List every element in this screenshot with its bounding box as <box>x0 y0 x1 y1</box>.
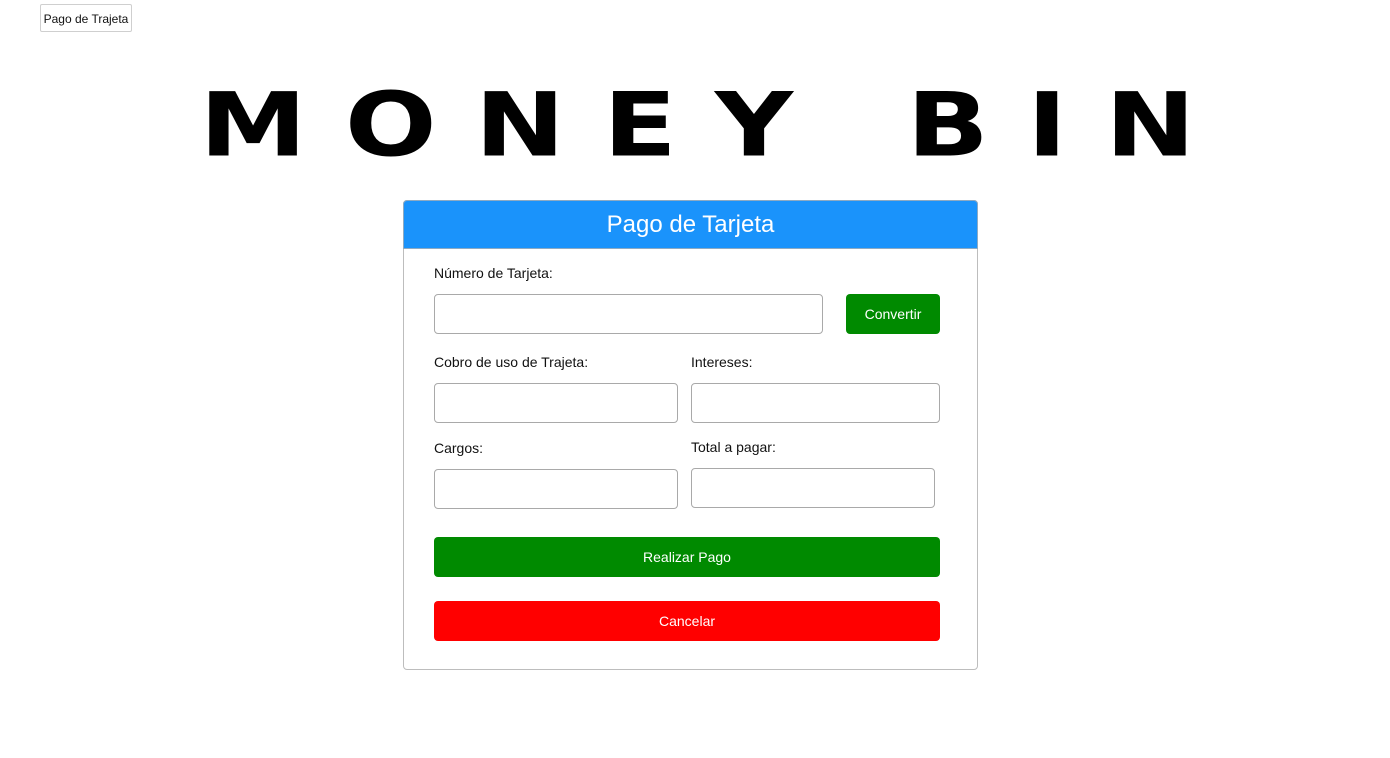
charges-label: Cargos: <box>434 440 484 456</box>
pay-button[interactable]: Realizar Pago <box>434 537 940 577</box>
logo-text: MONEY BIN <box>199 73 1234 177</box>
interest-input[interactable] <box>691 383 940 423</box>
payment-card-form: Pago de Tarjeta Número de Tarjeta: Conve… <box>403 200 978 670</box>
cancel-button[interactable]: Cancelar <box>434 601 940 641</box>
page: Pago de Trajeta MONEY BIN Pago de Tarjet… <box>0 0 1390 758</box>
card-number-input[interactable] <box>434 294 823 334</box>
charges-input[interactable] <box>434 469 678 509</box>
usage-fee-input[interactable] <box>434 383 678 423</box>
total-label: Total a pagar: <box>691 439 776 455</box>
usage-fee-label: Cobro de uso de Trajeta: <box>434 354 589 370</box>
money-bin-logo: MONEY BIN <box>190 70 1205 180</box>
total-input[interactable] <box>691 468 935 508</box>
convert-button[interactable]: Convertir <box>846 294 940 334</box>
tab-pago-de-trajeta[interactable]: Pago de Trajeta <box>40 4 132 32</box>
form-title: Pago de Tarjeta <box>403 200 978 249</box>
interest-label: Intereses: <box>691 354 753 370</box>
card-number-label: Número de Tarjeta: <box>434 265 553 281</box>
